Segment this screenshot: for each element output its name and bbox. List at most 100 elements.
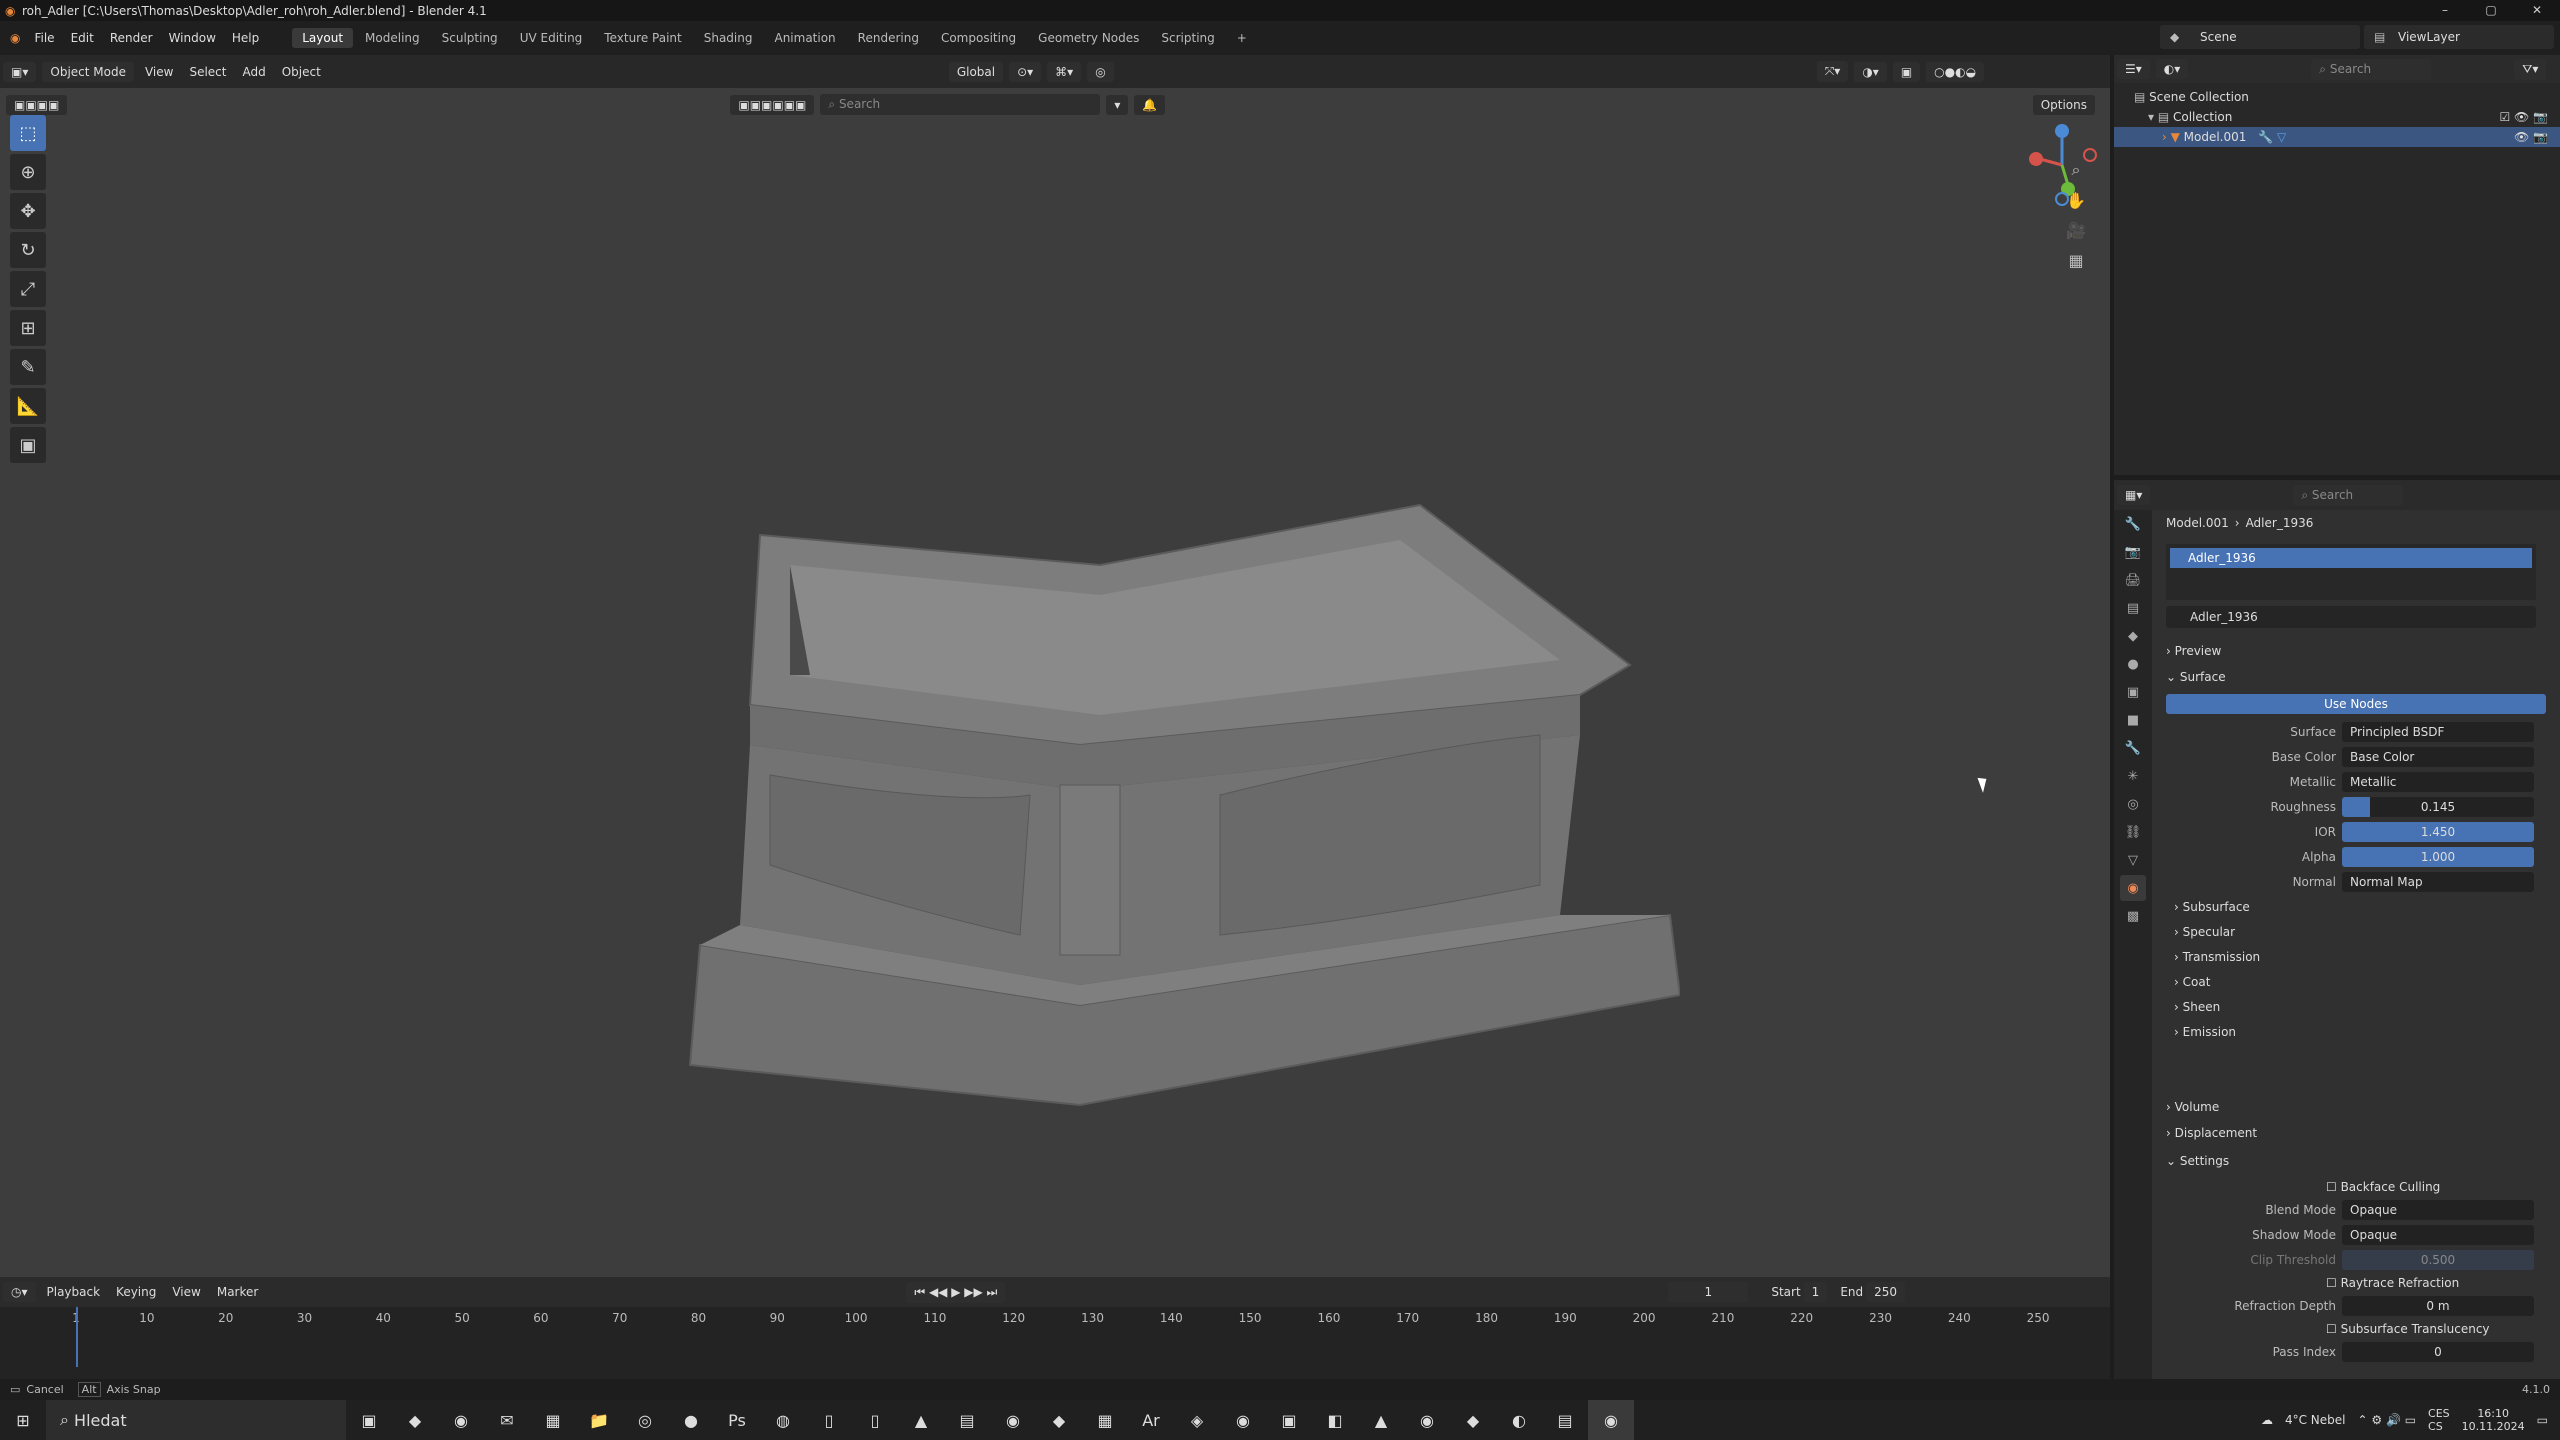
ortho-grid-icon[interactable]: ▦ [2060,245,2092,275]
menu-object[interactable]: Object [274,65,329,79]
annotate-tool-icon[interactable]: ✎ [10,349,46,385]
measure-tool-icon[interactable]: 📐 [10,388,46,424]
menu-marker[interactable]: Marker [209,1285,266,1299]
subpanel-header[interactable]: › Sheen [2174,1000,2220,1014]
file2-icon[interactable]: ▯ [852,1400,898,1440]
xray-toggle-icon[interactable]: ▣ [1892,61,1921,82]
app3-icon[interactable]: ◆ [1036,1400,1082,1440]
collection-tab-icon[interactable]: ▣ [2120,679,2146,705]
tool-tab-icon[interactable]: 🔧 [2120,511,2146,537]
surface-row-field[interactable]: 1.000 [2342,847,2534,867]
preview-section-header[interactable]: › Preview [2166,644,2221,658]
use-nodes-button[interactable]: Use Nodes [2166,694,2546,714]
outliner-row-scene-collection[interactable]: ▤ Scene Collection [2114,87,2560,107]
subpanel-header[interactable]: › Emission [2174,1025,2236,1039]
material-slot-item[interactable]: Adler_1936 [2170,548,2532,568]
select-box-tool-icon[interactable]: ⬚ [10,115,46,151]
visibility-filter-icons[interactable]: ▣▣▣▣▣▣ [730,94,815,115]
tab-rendering[interactable]: Rendering [848,28,929,48]
blend-mode-dropdown[interactable]: Opaque [2342,1200,2534,1220]
outliner-editor-icon[interactable]: ☰▾ [2117,59,2150,79]
scene-tab-icon[interactable]: ◆ [2120,623,2146,649]
options-dropdown[interactable]: Options [2032,94,2095,115]
blender-menu-icon[interactable]: ◉ [0,31,26,45]
app12-icon[interactable]: ◐ [1496,1400,1542,1440]
pivot-icon[interactable]: ⊙▾ [1009,61,1042,82]
object-tab-icon[interactable]: ■ [2120,707,2146,733]
tab-modeling[interactable]: Modeling [355,28,430,48]
subpanel-header[interactable]: › Specular [2174,925,2235,939]
language-indicator[interactable]: CES CS [2428,1407,2450,1433]
menu-view[interactable]: View [137,65,181,79]
viewlayer-selector[interactable]: ▤ ViewLayer [2364,25,2554,49]
shadow-mode-dropdown[interactable]: Opaque [2342,1225,2534,1245]
zoom-icon[interactable]: ⌕ [2060,155,2092,185]
explorer-icon[interactable]: 📁 [576,1400,622,1440]
menu-file[interactable]: File [26,31,62,45]
scale-tool-icon[interactable]: ⤢ [10,271,46,307]
displacement-section-header[interactable]: › Displacement [2166,1126,2257,1140]
current-frame-field[interactable]: 1 [1668,1282,1749,1302]
surface-row-field[interactable]: Normal Map [2342,872,2534,892]
menu-window[interactable]: Window [161,31,224,45]
subpanel-header[interactable]: › Transmission [2174,950,2260,964]
tab-uv-editing[interactable]: UV Editing [510,28,593,48]
maximize-button[interactable]: ▢ [2468,0,2514,21]
scene-selector[interactable]: ◆ Scene [2160,25,2360,49]
playhead[interactable] [76,1307,78,1367]
app-icon[interactable]: ◆ [392,1400,438,1440]
epic-icon[interactable]: ▤ [1542,1400,1588,1440]
end-frame-field[interactable]: 250 [1866,1282,1906,1302]
menu-keying[interactable]: Keying [108,1285,164,1299]
model-visibility-icons[interactable]: 👁 📷 [2514,127,2548,147]
data-tab-icon[interactable]: ▽ [2120,847,2146,873]
frame-ruler[interactable]: 1102030405060708090100110120130140150160… [0,1307,2110,1331]
tab-texture-paint[interactable]: Texture Paint [594,28,691,48]
tab-geometry-nodes[interactable]: Geometry Nodes [1028,28,1149,48]
rotate-tool-icon[interactable]: ↻ [10,232,46,268]
blender-taskbar2-icon[interactable]: ◉ [1404,1400,1450,1440]
store-icon[interactable]: ▦ [530,1400,576,1440]
app2-icon[interactable]: ▤ [944,1400,990,1440]
snap-icon[interactable]: ⌘▾ [1047,61,1082,82]
blender-active-icon[interactable]: ◉ [1588,1400,1634,1440]
mail-icon[interactable]: ✉ [484,1400,530,1440]
overlay-toggle-icon[interactable]: ◑▾ [1854,61,1887,82]
view-layer-tab-icon[interactable]: ▤ [2120,595,2146,621]
tab-animation[interactable]: Animation [764,28,845,48]
shading-mode-icons[interactable]: ○●◐◒ [1926,61,1985,82]
3d-viewport[interactable]: ▣▾ Object Mode View Select Add Object Gl… [0,55,2110,1277]
tab-shading[interactable]: Shading [694,28,763,48]
menu-edit[interactable]: Edit [63,31,102,45]
refraction-depth-field[interactable]: 0 m [2342,1296,2534,1316]
mode-dropdown[interactable]: Object Mode [42,61,134,82]
material-slot-list[interactable]: Adler_1936 [2166,544,2536,600]
raytrace-refraction-checkbox[interactable]: ☐ Raytrace Refraction [2326,1276,2459,1290]
editor-type-icon[interactable]: ▣▾ [3,61,37,82]
subpanel-header[interactable]: › Subsurface [2174,900,2250,914]
file-icon[interactable]: ▯ [806,1400,852,1440]
pan-hand-icon[interactable]: ✋ [2060,185,2092,215]
start-frame-field[interactable]: 1 [1803,1282,1828,1302]
menu-timeline-view[interactable]: View [164,1285,208,1299]
modifier-tab-icon[interactable]: 🔧 [2120,735,2146,761]
app4-icon[interactable]: ▦ [1082,1400,1128,1440]
app11-icon[interactable]: ◆ [1450,1400,1496,1440]
surface-row-field[interactable]: Base Color [2342,747,2534,767]
tab-compositing[interactable]: Compositing [931,28,1026,48]
transform-tool-icon[interactable]: ⊞ [10,310,46,346]
backface-culling-checkbox[interactable]: ☐ Backface Culling [2326,1180,2440,1194]
outliner-filter-icon[interactable]: ⛛▾ [2514,58,2547,80]
steam-icon[interactable]: ◍ [760,1400,806,1440]
volume-section-header[interactable]: › Volume [2166,1100,2219,1114]
viewport-search-field[interactable]: ⌕ Search [820,94,1101,115]
material-tab-icon[interactable]: ◉ [2120,875,2146,901]
outliner-search-field[interactable]: ⌕ Search [2311,58,2432,80]
sarcophagus-model[interactable] [680,445,1680,1125]
material-datablock-field[interactable]: Adler_1936 [2166,606,2536,628]
app6-icon[interactable]: ◈ [1174,1400,1220,1440]
menu-playback[interactable]: Playback [39,1285,109,1299]
properties-editor-icon[interactable]: ▦▾ [2117,485,2151,505]
edge-icon[interactable]: ◉ [438,1400,484,1440]
tab-scripting[interactable]: Scripting [1151,28,1224,48]
